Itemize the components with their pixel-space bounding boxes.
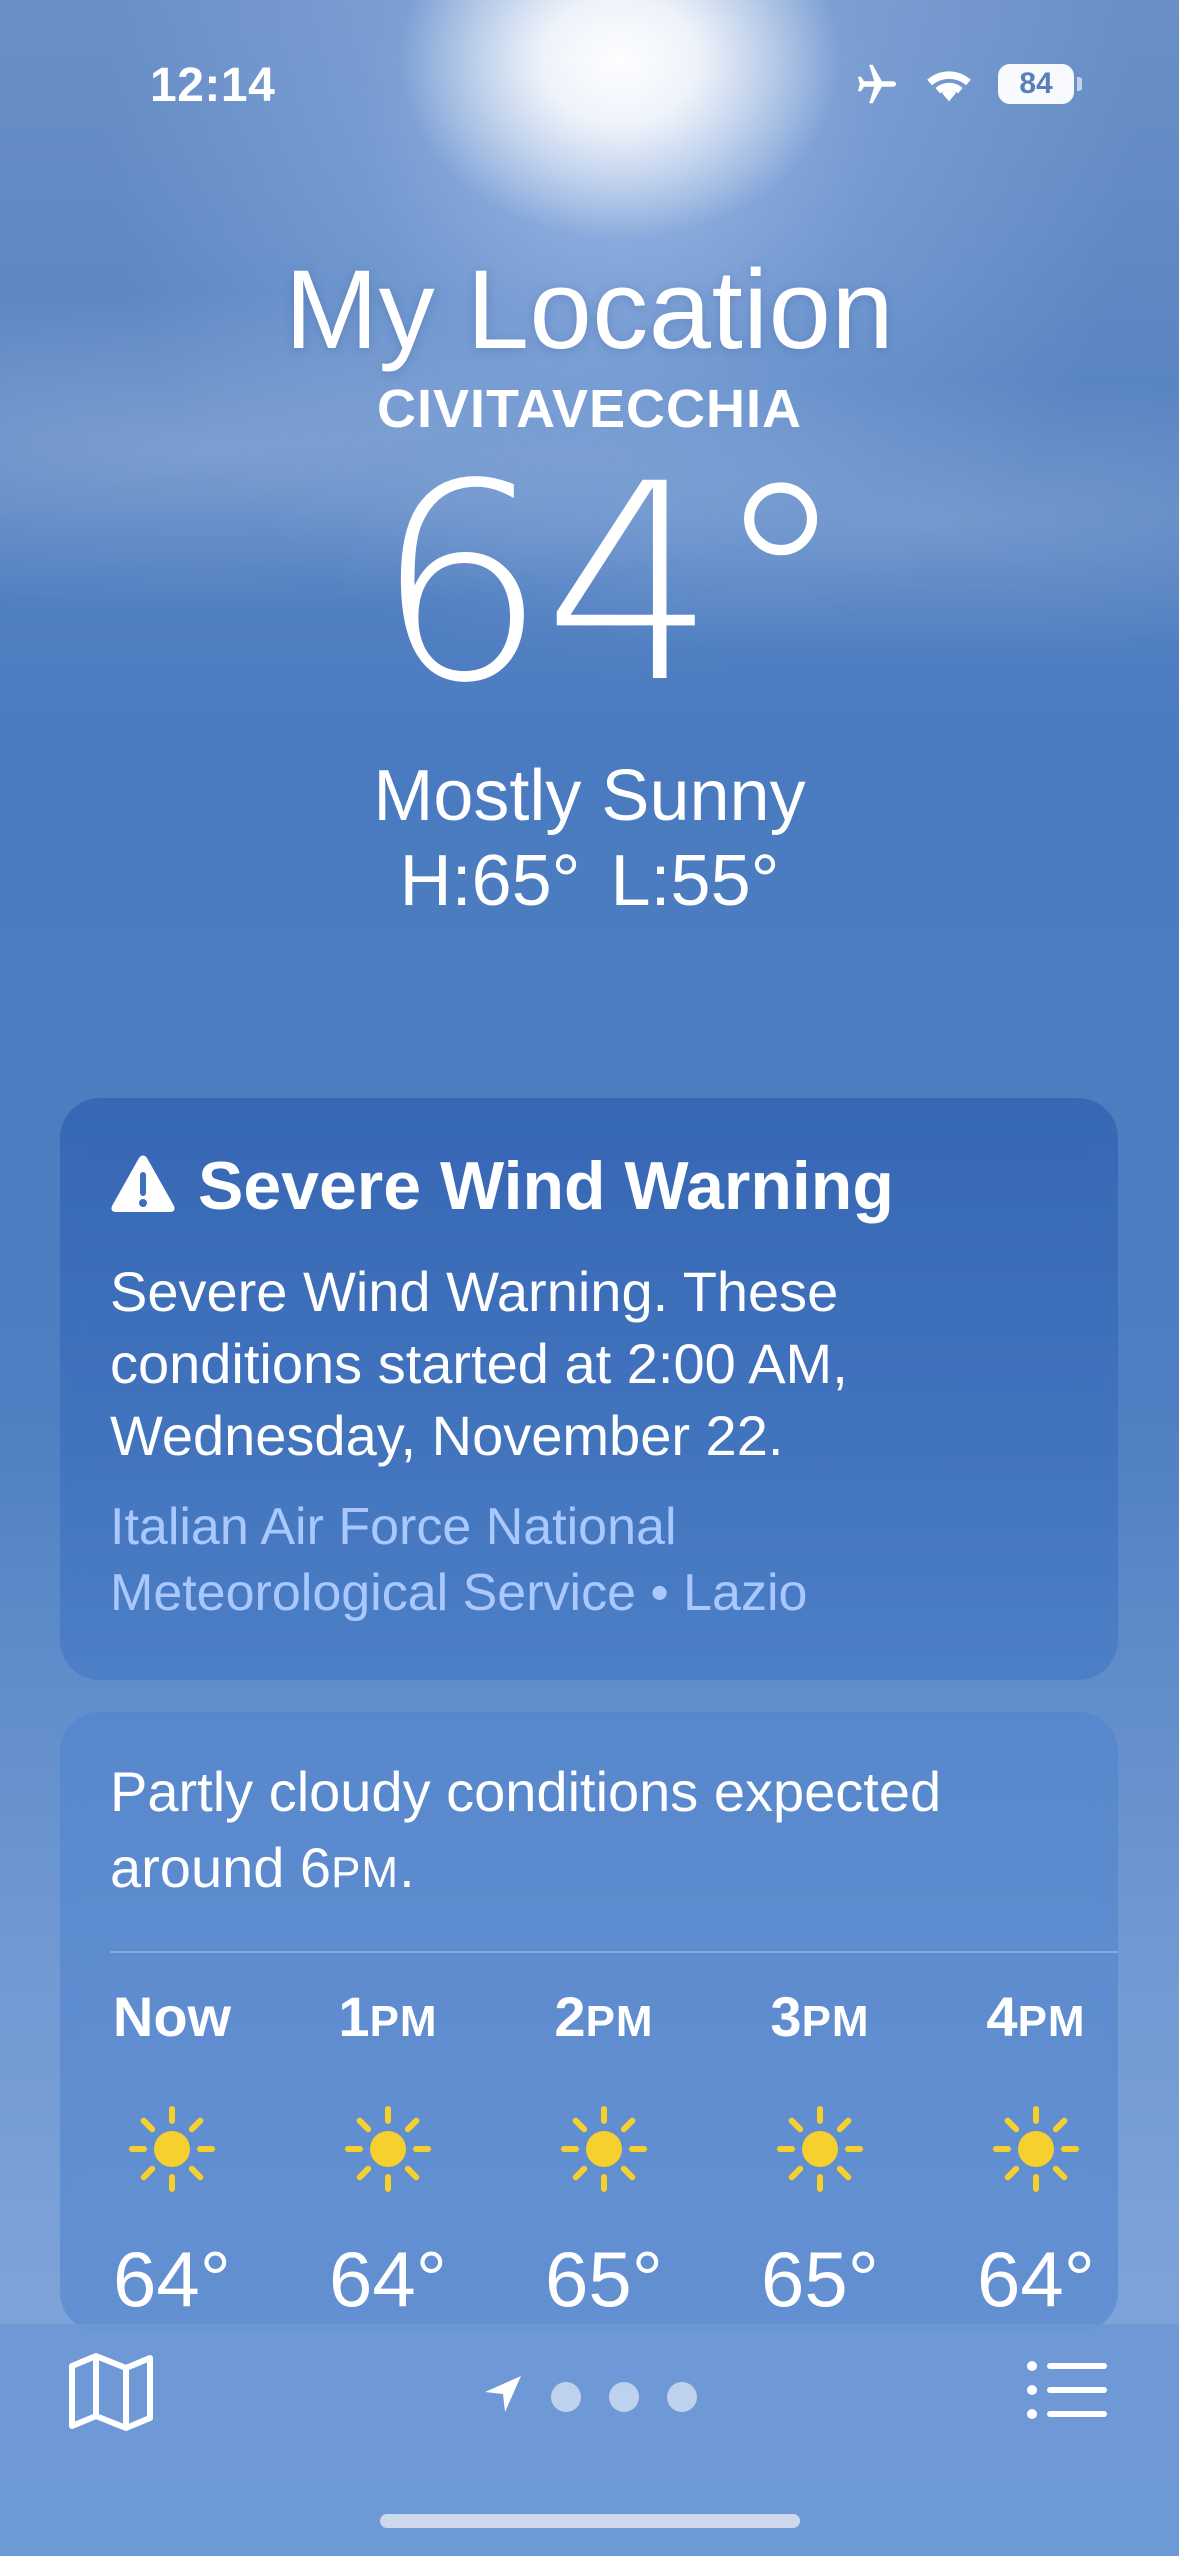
hour-label: 2PM — [524, 1982, 684, 2052]
hour-item: 2PM 65° — [524, 1982, 684, 2324]
sun-icon — [127, 2104, 217, 2194]
hour-label-value: 2 — [554, 1985, 586, 2048]
current-condition: Mostly Sunny — [373, 756, 806, 836]
status-bar: 12:14 84 — [0, 0, 1179, 170]
hour-label: 3PM — [740, 1982, 900, 2052]
hour-temperature: 65° — [761, 2235, 879, 2323]
sun-icon — [559, 2104, 649, 2194]
location-title: My Location — [284, 247, 895, 372]
status-icons: 84 — [852, 62, 1082, 106]
location-arrow-icon — [483, 2374, 523, 2419]
hour-label: 1PM — [308, 1982, 468, 2052]
hour-label-suffix: PM — [369, 1997, 438, 2046]
city-list-button[interactable] — [1027, 2360, 1109, 2425]
forecast-summary-pm: PM — [331, 1848, 400, 1897]
hourly-forecast-card[interactable]: Partly cloudy conditions expected around… — [60, 1712, 1118, 2332]
severe-weather-alert-card[interactable]: Severe Wind Warning Severe Wind Warning.… — [60, 1098, 1118, 1680]
alert-title: Severe Wind Warning — [198, 1148, 894, 1224]
hour-label-value: Now — [112, 1985, 232, 2048]
hour-label-value: 1 — [338, 1985, 370, 2048]
page-dot[interactable] — [608, 2381, 639, 2412]
alert-body: Severe Wind Warning. These conditions st… — [110, 1260, 848, 1467]
hour-label-suffix: PM — [801, 1997, 870, 2046]
hour-item: Now 64° — [92, 1982, 252, 2324]
hour-temperature: 64° — [329, 2235, 447, 2323]
bottom-toolbar — [0, 2324, 1179, 2556]
hour-label-suffix: PM — [1017, 1997, 1086, 2046]
forecast-summary-text: Partly cloudy conditions expected around… — [110, 1760, 942, 1899]
forecast-summary-end: . — [399, 1836, 415, 1899]
warning-triangle-icon — [110, 1154, 176, 1219]
forecast-divider — [110, 1951, 1118, 1953]
list-icon — [1027, 2361, 1107, 2419]
sun-icon — [343, 2104, 433, 2194]
status-time: 12:14 — [150, 59, 276, 112]
hour-temperature: 64° — [977, 2235, 1095, 2323]
hour-label: 4PM — [956, 1982, 1116, 2052]
hour-label-suffix: PM — [585, 1997, 654, 2046]
current-temperature: 64° — [374, 427, 848, 743]
hour-label-value: 3 — [770, 1985, 802, 2048]
alert-source[interactable]: Italian Air Force National Meteorologica… — [110, 1494, 990, 1626]
airplane-icon — [852, 62, 900, 106]
hour-label-value: 4 — [986, 1985, 1018, 2048]
hour-temperature: 65° — [545, 2235, 663, 2323]
hour-item: 4PM 64° — [956, 1982, 1116, 2324]
wifi-icon — [924, 65, 974, 103]
page-dot[interactable] — [666, 2381, 697, 2412]
home-indicator[interactable] — [380, 2514, 800, 2528]
battery-icon: 84 — [998, 64, 1082, 104]
hour-item: 1PM 64° — [308, 1982, 468, 2324]
weather-header: My Location CIVITAVECCHIA 64° Mostly Sun… — [0, 240, 1179, 924]
hourly-row[interactable]: Now 64° 1PM 64° 2PM 65° 3PM 65° 4PM 64° — [60, 1982, 1118, 2332]
forecast-summary: Partly cloudy conditions expected around… — [110, 1754, 1060, 1911]
hour-label: Now — [92, 1982, 252, 2052]
page-indicator[interactable] — [0, 2374, 1179, 2419]
high-low: H:65° L:55° — [399, 841, 780, 921]
sun-icon — [775, 2104, 865, 2194]
page-dot[interactable] — [550, 2381, 581, 2412]
sun-icon — [991, 2104, 1081, 2194]
alert-header: Severe Wind Warning — [110, 1144, 1068, 1228]
hour-temperature: 64° — [113, 2235, 231, 2323]
hour-item: 3PM 65° — [740, 1982, 900, 2324]
